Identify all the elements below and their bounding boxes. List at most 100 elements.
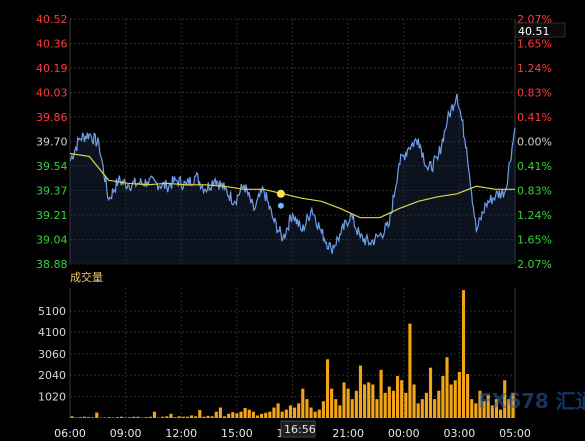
- volume-bar: [218, 407, 222, 418]
- volume-bar: [350, 399, 354, 418]
- price-tick-left: 39.37: [36, 185, 68, 198]
- current-price-label: 40.51: [518, 25, 550, 38]
- volume-bar: [391, 390, 396, 418]
- average-marker: [277, 202, 284, 209]
- volume-bar: [227, 413, 231, 418]
- volume-bar: [305, 399, 309, 418]
- volume-bar: [165, 416, 169, 418]
- volume-tick: 1020: [38, 391, 66, 404]
- volume-bar: [173, 417, 177, 418]
- volume-tick: 4100: [38, 326, 66, 339]
- volume-bar: [181, 416, 185, 418]
- volume-bar: [293, 407, 297, 418]
- volume-bar: [400, 380, 404, 418]
- volume-bar: [474, 403, 478, 418]
- volume-bar: [202, 416, 206, 418]
- volume-bar: [437, 390, 441, 418]
- volume-tick: 3060: [38, 348, 66, 361]
- volume-bar: [313, 411, 317, 418]
- volume-bar: [235, 413, 239, 418]
- price-tick-left: 39.70: [36, 136, 68, 149]
- volume-bar: [70, 416, 74, 418]
- volume-bar: [144, 417, 148, 418]
- volume-bar: [247, 409, 251, 418]
- volume-bar: [383, 392, 387, 418]
- volume-bar: [301, 388, 305, 418]
- time-tick: 09:00: [110, 427, 142, 440]
- volume-bar: [185, 416, 189, 418]
- volume-bar: [78, 417, 82, 418]
- volume-bar: [251, 411, 255, 418]
- crosshair-time-label: 16:56: [284, 423, 316, 436]
- volume-bar: [408, 323, 412, 418]
- time-tick: 00:00: [388, 427, 420, 440]
- volume-bar: [445, 357, 449, 418]
- volume-bar: [470, 399, 474, 418]
- volume-bar: [239, 411, 243, 418]
- volume-bar: [420, 399, 424, 418]
- volume-axis: 5100 4100 3060 2040 1020: [38, 305, 66, 404]
- volume-bar: [86, 417, 91, 418]
- price-tick-left: 40.03: [36, 87, 68, 100]
- volume-bar: [428, 367, 433, 418]
- volume-bar: [354, 390, 358, 418]
- time-tick: 06:00: [54, 427, 86, 440]
- volume-bar: [169, 413, 173, 418]
- volume-bar: [338, 405, 342, 418]
- volume-bar: [272, 407, 276, 418]
- volume-bar: [375, 399, 379, 418]
- volume-bar: [189, 415, 194, 418]
- volume-bar: [321, 401, 325, 418]
- volume-bar: [453, 380, 457, 418]
- volume-bar: [416, 403, 420, 418]
- volume-bar: [346, 388, 350, 418]
- price-axis-right: 2.07% 1.65% 1.24% 0.83% 0.41% 0.00% 0.41% 0.83%…: [517, 13, 552, 271]
- time-tick: 03:00: [444, 427, 476, 440]
- volume-bar: [214, 411, 218, 418]
- chart-svg[interactable]: 40.52 40.36 40.19 40.03 39.86 39.70 39.54 39.37…: [0, 0, 585, 441]
- volume-title: 成交量: [70, 270, 103, 284]
- crosshair-time-box: 16:56: [280, 420, 316, 438]
- volume-tick: 2040: [38, 369, 66, 382]
- price-tick-right: 1.24%: [517, 209, 552, 222]
- price-tick-left: 39.04: [36, 234, 68, 247]
- volume-bar: [91, 417, 95, 418]
- volume-bar: [128, 417, 132, 418]
- volume-bar: [379, 369, 383, 418]
- watermark-logo: FX678 汇通网: [478, 389, 585, 413]
- volume-bar: [466, 373, 470, 418]
- volume-bar: [367, 382, 371, 418]
- time-tick: 12:00: [165, 427, 197, 440]
- volume-bar: [194, 416, 198, 418]
- price-tick-left: 39.86: [36, 111, 68, 124]
- volume-bar: [441, 376, 445, 418]
- price-tick-left: 39.54: [36, 160, 68, 173]
- intraday-chart[interactable]: 40.52 40.36 40.19 40.03 39.86 39.70 39.54 39.37…: [0, 0, 585, 441]
- volume-bar: [396, 376, 400, 418]
- price-tick-left: 38.88: [36, 258, 68, 271]
- price-tick-right: 2.07%: [517, 258, 552, 271]
- price-tick-right: 0.41%: [517, 111, 552, 124]
- volume-bar: [95, 412, 99, 418]
- price-tick-left: 40.52: [36, 13, 68, 26]
- price-tick-left: 39.21: [36, 209, 68, 222]
- volume-bar: [161, 416, 165, 418]
- volume-bar: [358, 365, 363, 418]
- volume-bar: [288, 405, 292, 418]
- volume-bar: [115, 417, 119, 418]
- time-tick: 21:00: [332, 427, 364, 440]
- volume-bar: [404, 392, 408, 418]
- price-tick-right: 1.65%: [517, 38, 552, 51]
- volume-bar: [206, 415, 210, 418]
- volume-bar: [325, 359, 330, 418]
- volume-bar: [136, 416, 140, 418]
- volume-bar: [210, 416, 214, 418]
- price-tick-right: 0.41%: [517, 160, 552, 173]
- price-tick-right: 0.83%: [517, 87, 552, 100]
- volume-bar: [264, 412, 268, 418]
- volume-bar: [82, 416, 86, 418]
- volume-bar: [280, 411, 284, 418]
- price-tick-left: 40.19: [36, 62, 68, 75]
- volume-bar: [243, 407, 247, 418]
- volume-bar: [317, 409, 321, 418]
